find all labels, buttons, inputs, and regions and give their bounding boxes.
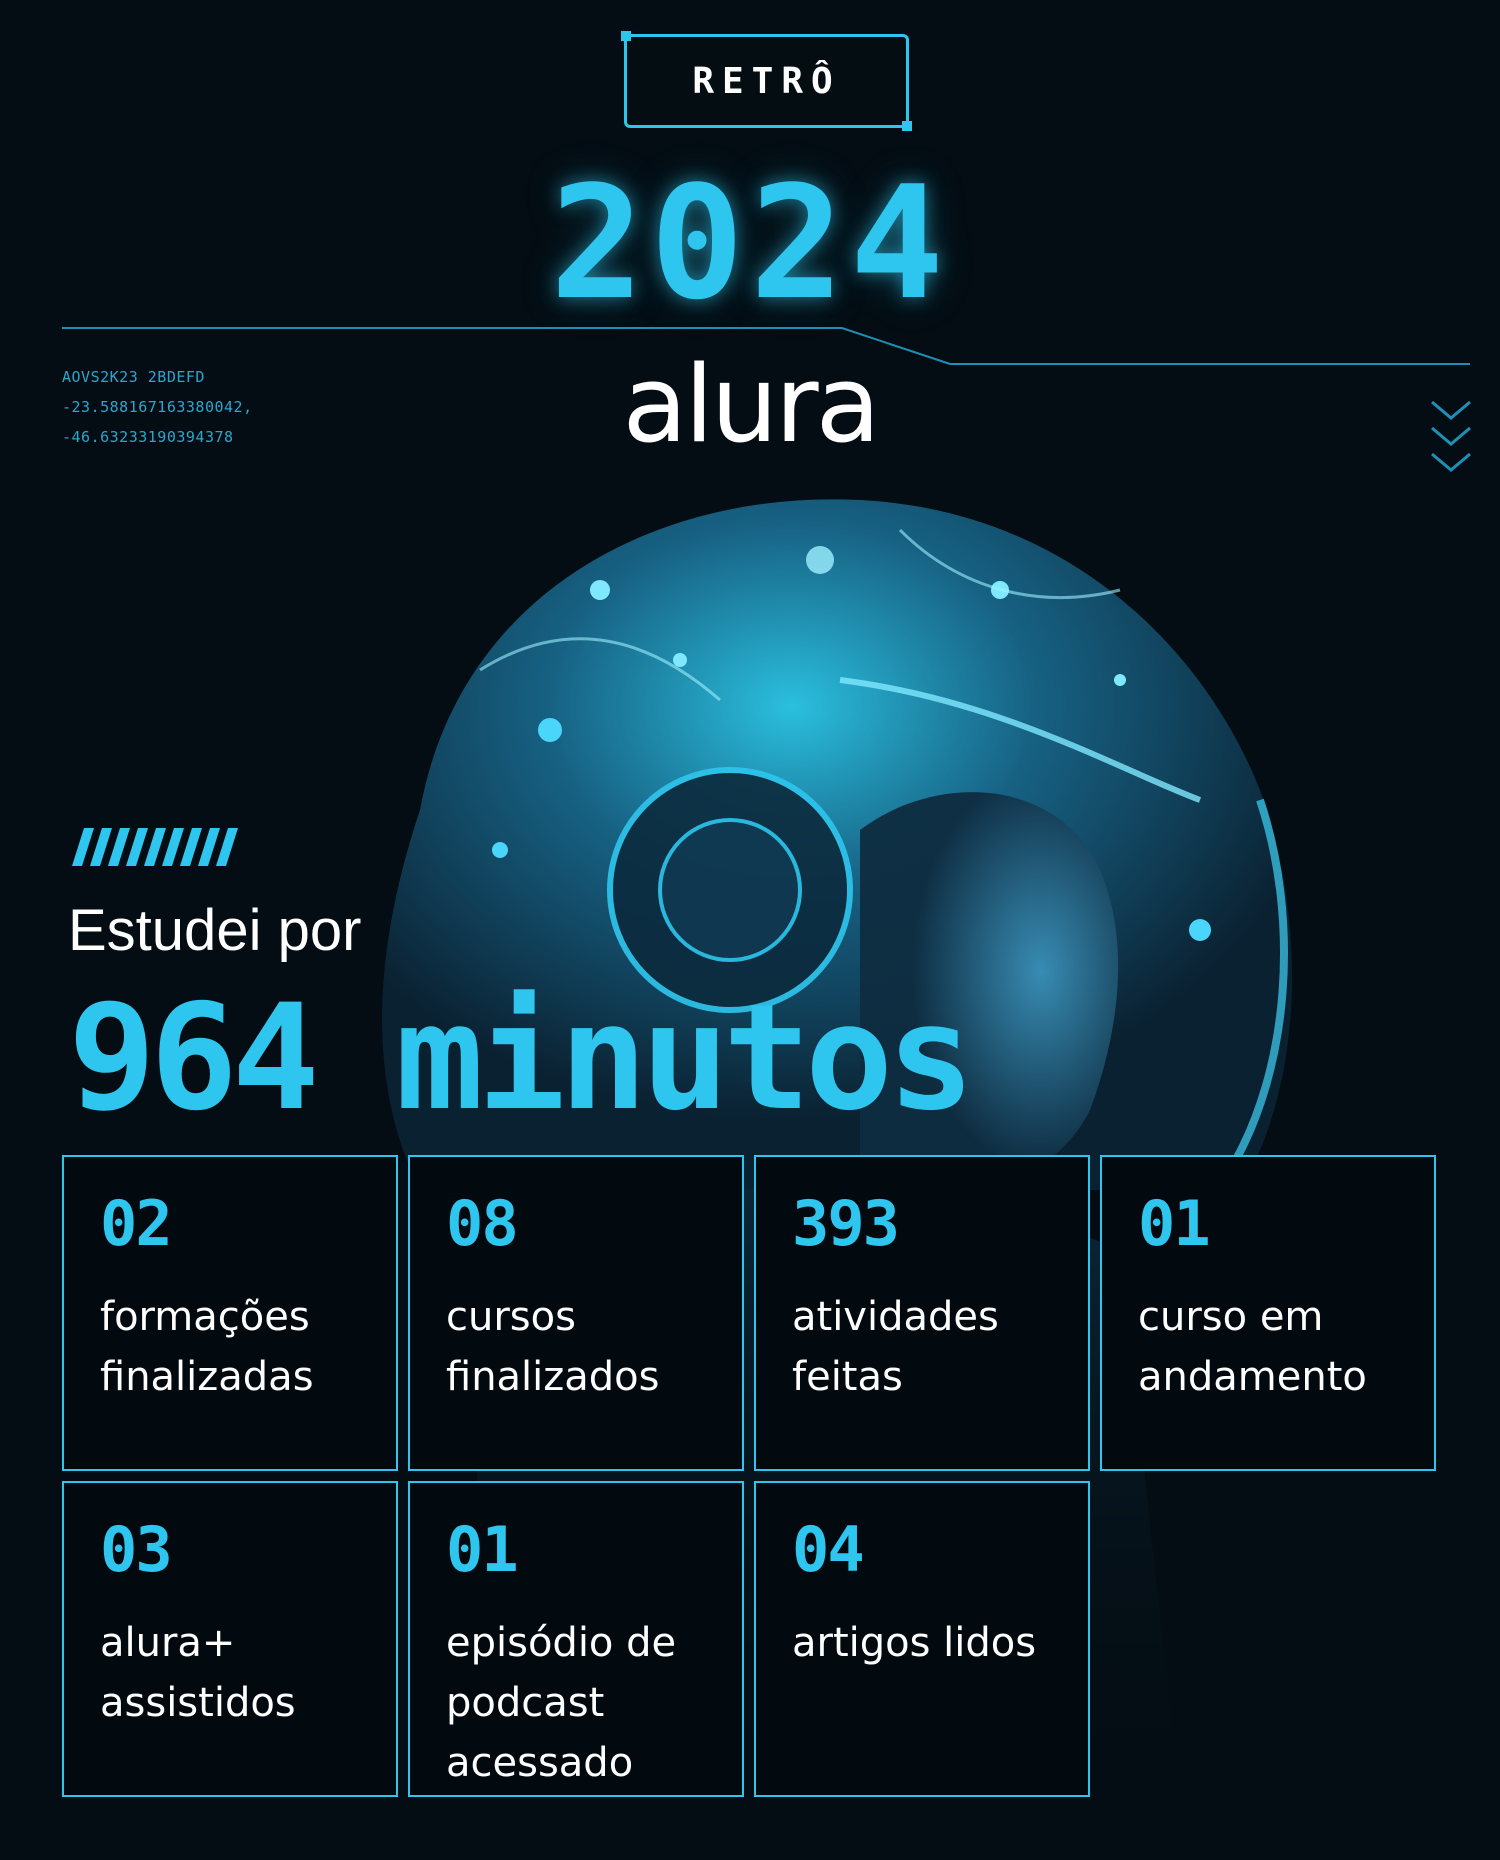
stat-label: atividades feitas [792, 1294, 999, 1400]
stat-value: 393 [792, 1187, 900, 1260]
stat-card: 08 cursos finalizados [408, 1155, 744, 1471]
studied-minutes: 964 minutos [68, 973, 975, 1143]
stat-value: 01 [446, 1513, 519, 1586]
studied-label: Estudei por [68, 898, 362, 963]
stat-card: 01 episódio de podcast acessado [408, 1481, 744, 1797]
stat-value: 08 [446, 1187, 519, 1260]
year-title: 2024 [550, 152, 950, 334]
badge-label: RETRÔ [692, 60, 841, 102]
stat-card: 393 atividades feitas [754, 1155, 1090, 1471]
stat-label: episódio de podcast acessado [446, 1620, 677, 1786]
stat-value: 03 [100, 1513, 173, 1586]
stat-label: alura+ assistidos [100, 1620, 296, 1726]
stat-label: artigos lidos [792, 1620, 1037, 1666]
stat-card: 01 curso em andamento [1100, 1155, 1436, 1471]
stripes-icon [72, 828, 238, 866]
retro-badge: RETRÔ [621, 31, 912, 131]
stat-value: 04 [792, 1513, 865, 1586]
stat-card: 02 formações finalizadas [62, 1155, 398, 1471]
retro-page: RETRÔ 2024 AOVS2K23 2BDEFD -23.588167163… [0, 0, 1500, 1860]
stat-label: formações finalizadas [100, 1294, 314, 1400]
brand-logo: alura [622, 343, 880, 466]
stat-card: 03 alura+ assistidos [62, 1481, 398, 1797]
stat-value: 02 [100, 1187, 173, 1260]
stat-card: 04 artigos lidos [754, 1481, 1090, 1797]
stat-value: 01 [1138, 1187, 1211, 1260]
stat-label: curso em andamento [1138, 1294, 1367, 1400]
stat-label: cursos finalizados [446, 1294, 660, 1400]
chevron-down-icon [1431, 400, 1471, 472]
